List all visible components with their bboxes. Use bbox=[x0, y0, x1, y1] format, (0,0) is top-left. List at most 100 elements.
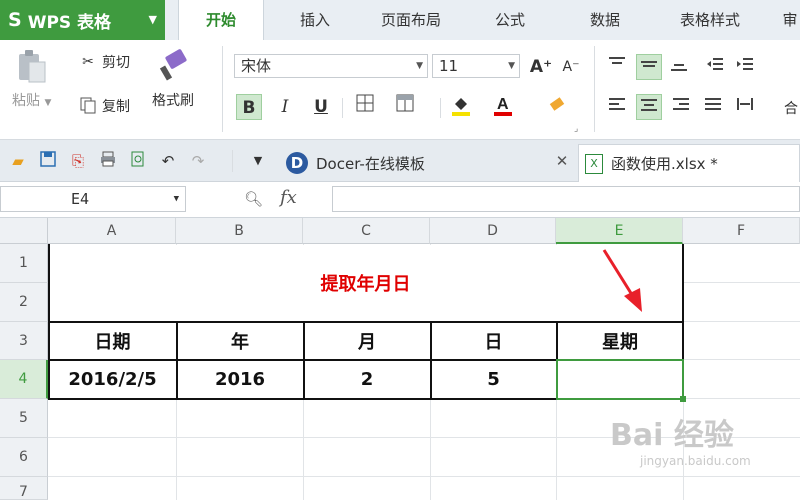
fill-color-button[interactable] bbox=[448, 94, 474, 120]
watermark-url: jingyan.baidu.com bbox=[640, 454, 751, 468]
title-cell[interactable]: 提取年月日 bbox=[49, 245, 682, 321]
close-tab-icon[interactable]: ✕ bbox=[552, 151, 572, 171]
watermark-logo-text: Bai 经验 bbox=[610, 418, 734, 453]
borders-button[interactable] bbox=[352, 94, 378, 120]
column-header-b[interactable]: B bbox=[176, 218, 303, 244]
chevron-down-icon: ▼ bbox=[508, 61, 515, 71]
doc-tab-workbook[interactable]: X 函数使用.xlsx * bbox=[578, 144, 800, 182]
increase-font-button[interactable]: A⁺ bbox=[528, 54, 554, 80]
tab-home[interactable]: 开始 bbox=[178, 0, 264, 40]
row-header-7[interactable]: 7 bbox=[0, 477, 48, 500]
column-header-c[interactable]: C bbox=[303, 218, 430, 244]
decrease-font-button[interactable]: A⁻ bbox=[558, 54, 584, 80]
divider bbox=[440, 98, 441, 118]
divider bbox=[222, 46, 223, 132]
align-middle-icon bbox=[641, 61, 657, 67]
export-pdf-icon[interactable]: ⎘ bbox=[68, 151, 88, 171]
underline-button[interactable]: U bbox=[308, 94, 334, 120]
table-border bbox=[430, 322, 432, 399]
align-bottom-button[interactable] bbox=[666, 54, 692, 80]
copy-button[interactable]: 复制 bbox=[78, 96, 130, 116]
indent-icon bbox=[737, 58, 753, 70]
clear-format-button[interactable] bbox=[544, 94, 570, 120]
align-right-button[interactable] bbox=[668, 94, 694, 120]
formula-bar: E4 ▼ 🔍︎ fx bbox=[0, 182, 800, 218]
row-header-1[interactable]: 1 bbox=[0, 244, 48, 283]
quick-access-bar: ▰ ⎘ ↶ ↷ ▼ D Docer-在线模板 ✕ X 函数使用.xlsx * bbox=[0, 140, 800, 182]
font-dialog-launcher-icon[interactable]: ⌟ bbox=[574, 124, 578, 134]
row-header-6[interactable]: 6 bbox=[0, 438, 48, 477]
row-header-3[interactable]: 3 bbox=[0, 322, 48, 360]
print-preview-icon[interactable] bbox=[128, 151, 148, 171]
tab-data[interactable]: 数据 bbox=[570, 0, 640, 40]
header-cell-year[interactable]: 年 bbox=[178, 323, 302, 358]
merge-center-button[interactable]: 合 bbox=[784, 98, 798, 118]
font-size-select[interactable]: 11 ▼ bbox=[432, 54, 520, 78]
column-header-a[interactable]: A bbox=[48, 218, 176, 244]
header-cell-month[interactable]: 月 bbox=[305, 323, 429, 358]
cell-style-button[interactable] bbox=[392, 94, 418, 120]
data-cell-month[interactable]: 2 bbox=[305, 362, 429, 397]
formula-input[interactable] bbox=[332, 186, 800, 212]
doc-tab-label: Docer-在线模板 bbox=[316, 154, 425, 173]
align-top-button[interactable] bbox=[604, 54, 630, 80]
format-painter-button[interactable]: 格式刷 bbox=[152, 48, 194, 110]
decrease-indent-button[interactable] bbox=[702, 54, 728, 80]
header-cell-weekday[interactable]: 星期 bbox=[558, 323, 682, 358]
select-all-corner[interactable] bbox=[0, 218, 48, 244]
row-header-5[interactable]: 5 bbox=[0, 399, 48, 438]
doc-tab-docer[interactable]: D Docer-在线模板 bbox=[282, 144, 425, 182]
save-icon[interactable] bbox=[38, 151, 58, 171]
increase-indent-button[interactable] bbox=[732, 54, 758, 80]
data-cell-day[interactable]: 5 bbox=[432, 362, 555, 397]
insert-function-button[interactable]: fx bbox=[280, 187, 297, 208]
data-cell-date[interactable]: 2016/2/5 bbox=[50, 362, 175, 397]
paste-label: 粘贴 bbox=[12, 93, 40, 109]
cut-button[interactable]: ✂ 剪切 bbox=[78, 52, 130, 72]
column-header-d[interactable]: D bbox=[430, 218, 556, 244]
name-box[interactable]: E4 ▼ bbox=[0, 186, 186, 212]
format-painter-label: 格式刷 bbox=[152, 93, 194, 109]
header-cell-day[interactable]: 日 bbox=[432, 323, 555, 358]
tab-page-layout[interactable]: 页面布局 bbox=[362, 0, 460, 40]
tab-review[interactable]: 审 bbox=[780, 0, 800, 40]
find-zoom-icon[interactable]: 🔍︎ bbox=[244, 190, 263, 208]
tab-formulas[interactable]: 公式 bbox=[470, 0, 550, 40]
data-cell-year[interactable]: 2016 bbox=[178, 362, 302, 397]
column-header-f[interactable]: F bbox=[683, 218, 800, 244]
brush-icon bbox=[159, 49, 187, 81]
align-middle-button[interactable] bbox=[636, 54, 662, 80]
distributed-align-button[interactable] bbox=[732, 94, 758, 120]
paste-icon bbox=[18, 50, 46, 83]
redo-icon[interactable]: ↷ bbox=[188, 151, 208, 171]
fill-handle[interactable] bbox=[680, 396, 686, 402]
ribbon-home: 粘贴 ▼ ✂ 剪切 复制 格式刷 宋体 ▼ 11 ▼ A⁺ A⁻ B I U A… bbox=[0, 40, 800, 140]
justify-icon bbox=[705, 98, 721, 110]
italic-button[interactable]: I bbox=[272, 94, 298, 120]
chevron-down-icon: ▼ bbox=[173, 194, 179, 204]
tab-table-style[interactable]: 表格样式 bbox=[660, 0, 760, 40]
annotation-arrow-icon bbox=[602, 249, 642, 312]
tab-insert[interactable]: 插入 bbox=[276, 0, 354, 40]
row-header-4[interactable]: 4 bbox=[0, 360, 48, 399]
paste-button[interactable]: 粘贴 ▼ bbox=[12, 48, 51, 110]
customize-toolbar-icon[interactable]: ▼ bbox=[248, 151, 268, 171]
font-color-button[interactable]: A bbox=[490, 94, 516, 120]
active-cell-e4[interactable] bbox=[556, 359, 684, 400]
column-header-e[interactable]: E bbox=[556, 218, 683, 244]
align-center-button[interactable] bbox=[636, 94, 662, 120]
open-folder-icon[interactable]: ▰ bbox=[8, 151, 28, 171]
font-name-select[interactable]: 宋体 ▼ bbox=[234, 54, 428, 78]
chevron-down-icon: ▼ bbox=[148, 13, 157, 26]
align-left-button[interactable] bbox=[604, 94, 630, 120]
undo-icon[interactable]: ↶ bbox=[158, 151, 178, 171]
row-header-2[interactable]: 2 bbox=[0, 283, 48, 322]
bold-button[interactable]: B bbox=[236, 94, 262, 120]
align-bottom-icon bbox=[671, 64, 687, 71]
header-cell-date[interactable]: 日期 bbox=[50, 323, 175, 358]
justify-button[interactable] bbox=[700, 94, 726, 120]
wps-app-menu-button[interactable]: S WPS 表格 ▼ bbox=[0, 0, 165, 40]
copy-icon bbox=[78, 96, 98, 116]
divider bbox=[232, 150, 233, 172]
print-icon[interactable] bbox=[98, 151, 118, 171]
